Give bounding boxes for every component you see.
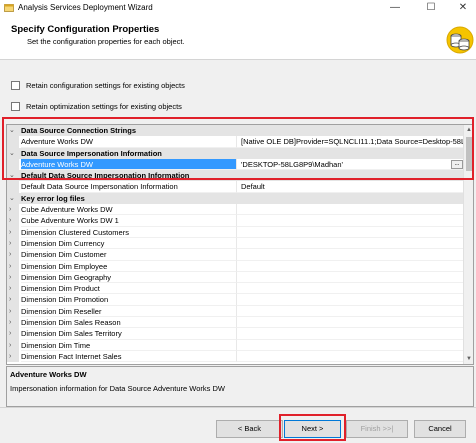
property-value[interactable] <box>236 328 465 340</box>
app-icon <box>4 4 14 12</box>
cancel-button[interactable]: Cancel <box>414 420 466 438</box>
expand-icon[interactable]: › <box>9 317 11 328</box>
property-value[interactable] <box>236 294 465 306</box>
category-key-error-log[interactable]: ⌄ Key error log files <box>7 192 465 205</box>
expand-icon[interactable]: › <box>9 283 11 294</box>
property-name: Cube Adventure Works DW <box>21 204 236 216</box>
property-value[interactable] <box>236 249 465 261</box>
list-item[interactable]: › Dimension Dim Customer <box>7 249 465 261</box>
back-button[interactable]: < Back <box>216 420 283 438</box>
page-title: Specify Configuration Properties <box>11 24 160 35</box>
maximize-button[interactable]: ☐ <box>418 0 444 16</box>
expand-icon[interactable]: › <box>9 238 11 249</box>
property-name: Cube Adventure Works DW 1 <box>21 215 236 227</box>
property-name: Dimension Dim Sales Territory <box>21 328 236 340</box>
property-value[interactable] <box>236 339 465 351</box>
expand-icon[interactable]: › <box>9 204 11 215</box>
property-name: Dimension Fact Internet Sales <box>21 351 236 363</box>
finish-button[interactable]: Finish >>| <box>346 420 408 438</box>
property-value[interactable] <box>236 204 465 216</box>
description-text: Impersonation information for Data Sourc… <box>10 384 225 393</box>
highlight-box-next <box>279 414 346 441</box>
expand-icon[interactable]: › <box>9 328 11 339</box>
retain-config-checkbox[interactable] <box>11 80 20 90</box>
property-row-default-impersonation[interactable]: Default Data Source Impersonation Inform… <box>7 181 465 193</box>
retain-config-option[interactable]: Retain configuration settings for existi… <box>11 79 185 91</box>
property-value[interactable] <box>236 237 465 250</box>
expand-icon[interactable]: › <box>9 351 11 362</box>
property-value[interactable] <box>236 350 465 363</box>
list-item[interactable]: › Dimension Dim Reseller <box>7 305 465 318</box>
list-item[interactable]: › Dimension Fact Internet Sales <box>7 350 465 363</box>
page-subtitle: Set the configuration properties for eac… <box>27 37 185 46</box>
window-title: Analysis Services Deployment Wizard <box>18 3 153 12</box>
expand-icon[interactable]: › <box>9 306 11 317</box>
description-title: Adventure Works DW <box>10 370 87 379</box>
property-name: Dimension Dim Sales Reason <box>21 317 236 329</box>
expand-icon[interactable]: › <box>9 340 11 351</box>
property-name: Dimension Dim Geography <box>21 272 236 284</box>
property-name: Dimension Dim Product <box>21 283 236 295</box>
expand-icon[interactable]: › <box>9 249 11 260</box>
property-name: Dimension Dim Promotion <box>21 294 236 306</box>
retain-optim-label: Retain optimization settings for existin… <box>26 101 182 111</box>
list-item[interactable]: › Dimension Dim Promotion <box>7 294 465 306</box>
category-label: Key error log files <box>21 193 85 203</box>
description-panel: Adventure Works DW Impersonation informa… <box>6 366 474 407</box>
property-value[interactable] <box>236 305 465 318</box>
property-value[interactable] <box>236 317 465 329</box>
property-value[interactable] <box>236 271 465 284</box>
property-value[interactable]: Default <box>236 181 465 193</box>
list-item[interactable]: › Dimension Dim Geography <box>7 271 465 284</box>
expand-icon[interactable]: › <box>9 215 11 226</box>
retain-optim-checkbox[interactable] <box>11 101 20 111</box>
scroll-down-arrow-icon[interactable]: ▼ <box>464 354 473 364</box>
database-gear-icon <box>446 26 474 54</box>
property-name: Dimension Dim Currency <box>21 238 236 250</box>
list-item[interactable]: › Dimension Dim Sales Territory <box>7 328 465 340</box>
list-item[interactable]: › Cube Adventure Works DW <box>7 204 465 216</box>
retain-config-label: Retain configuration settings for existi… <box>26 80 185 90</box>
property-name: Dimension Clustered Customers <box>21 227 236 238</box>
expand-icon[interactable]: › <box>9 294 11 305</box>
title-bar: Analysis Services Deployment Wizard — ☐ … <box>0 0 476 16</box>
list-item[interactable]: › Dimension Dim Product <box>7 283 465 295</box>
list-item[interactable]: › Dimension Dim Employee <box>7 260 465 272</box>
property-name: Dimension Dim Time <box>21 340 236 351</box>
collapse-icon[interactable]: ⌄ <box>9 193 15 204</box>
list-item[interactable]: › Dimension Dim Sales Reason <box>7 317 465 329</box>
property-value[interactable] <box>236 260 465 272</box>
property-name: Dimension Dim Employee <box>21 261 236 272</box>
list-item[interactable]: › Dimension Dim Currency <box>7 237 465 250</box>
property-value[interactable] <box>236 283 465 295</box>
list-item[interactable]: › Dimension Dim Time <box>7 339 465 351</box>
expand-icon[interactable]: › <box>9 261 11 272</box>
property-value[interactable] <box>236 215 465 227</box>
expand-icon[interactable]: › <box>9 227 11 238</box>
minimize-button[interactable]: — <box>382 0 408 16</box>
property-name: Dimension Dim Reseller <box>21 306 236 318</box>
list-item[interactable]: › Cube Adventure Works DW 1 <box>7 215 465 227</box>
expand-icon[interactable]: › <box>9 272 11 283</box>
wizard-footer: < Back Next > Finish >>| Cancel <box>0 407 476 443</box>
highlight-box-grid <box>2 117 474 180</box>
property-value[interactable] <box>236 226 465 238</box>
wizard-header: Specify Configuration Properties Set the… <box>0 16 476 60</box>
close-button[interactable]: ✕ <box>450 0 476 16</box>
property-name: Default Data Source Impersonation Inform… <box>21 181 236 193</box>
property-name: Dimension Dim Customer <box>21 249 236 261</box>
list-item[interactable]: › Dimension Clustered Customers <box>7 226 465 238</box>
retain-optim-option[interactable]: Retain optimization settings for existin… <box>11 100 182 112</box>
